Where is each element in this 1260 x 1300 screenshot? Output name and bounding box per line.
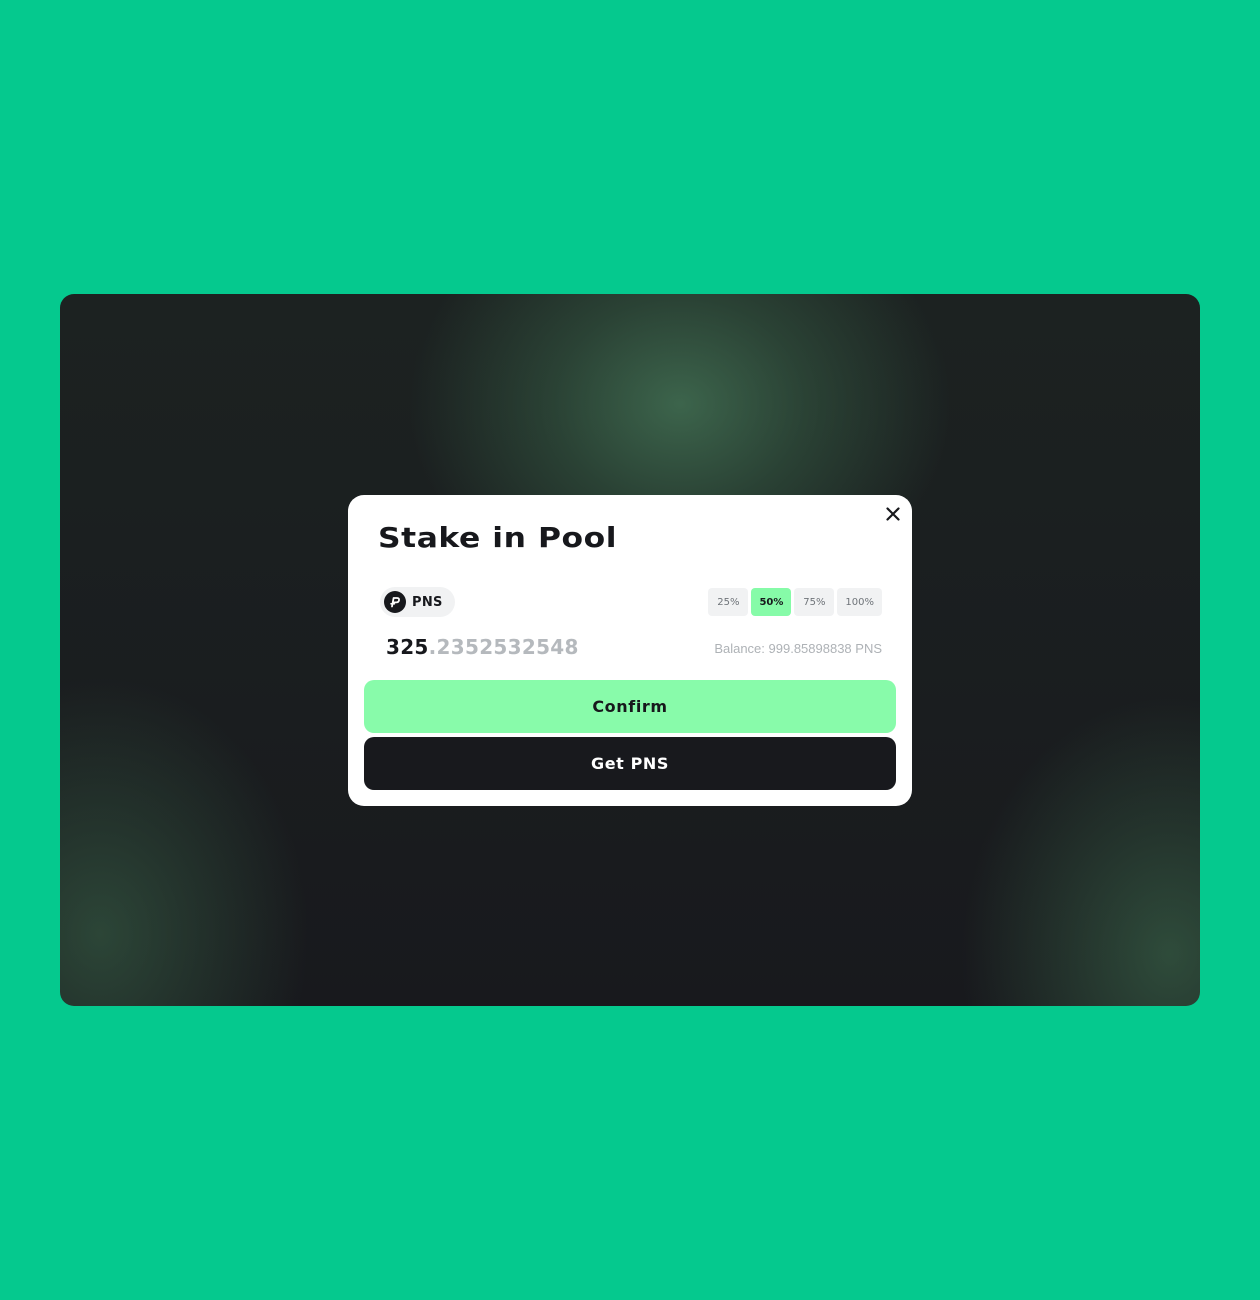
percent-selector: 25% 50% 75% 100% (708, 588, 882, 616)
balance-text: Balance: 999.85898838 PNS (714, 641, 882, 656)
app-backdrop: Stake in Pool PNS 25% 50% 75% 100% 325.2… (60, 294, 1200, 1006)
modal-title: Stake in Pool (378, 521, 618, 554)
percent-25-button[interactable]: 25% (708, 588, 749, 616)
close-button[interactable] (882, 503, 904, 525)
percent-50-button[interactable]: 50% (751, 588, 792, 616)
stake-modal: Stake in Pool PNS 25% 50% 75% 100% 325.2… (348, 495, 912, 806)
token-symbol: PNS (412, 594, 443, 610)
token-selector[interactable]: PNS (380, 587, 455, 617)
percent-75-button[interactable]: 75% (794, 588, 835, 616)
close-icon (886, 507, 900, 521)
amount-input[interactable]: 325.2352532548 (386, 635, 579, 659)
amount-integer: 325 (386, 635, 429, 659)
get-pns-button[interactable]: Get PNS (364, 737, 896, 790)
pns-token-logo-icon (384, 591, 406, 613)
confirm-button[interactable]: Confirm (364, 680, 896, 733)
percent-100-button[interactable]: 100% (837, 588, 882, 616)
amount-decimal: .2352532548 (428, 635, 579, 659)
